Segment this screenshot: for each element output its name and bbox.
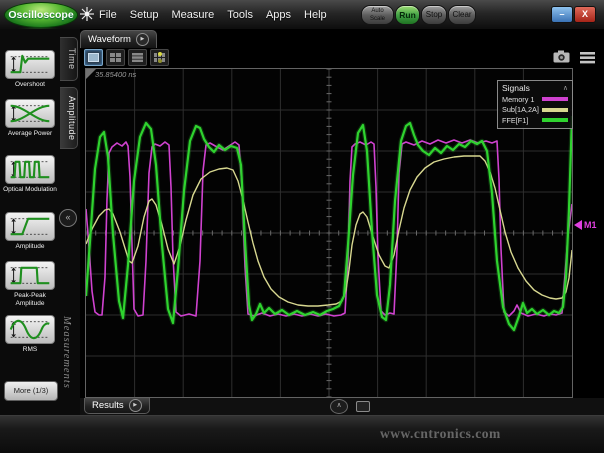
layout-single-button[interactable] — [84, 49, 103, 66]
measurement-optical-modulation-button[interactable]: Optical Modulation — [1, 155, 59, 194]
legend-entry-label: Memory 1 — [502, 95, 534, 104]
display-menu-icon[interactable] — [580, 51, 595, 69]
legend-entry[interactable]: Memory 1 — [502, 95, 568, 104]
run-button[interactable]: Run — [395, 5, 420, 25]
legend-entry-swatch — [542, 118, 568, 122]
measurement-label: RMS — [1, 346, 59, 354]
oscilloscope-app: Oscilloscope File Setup Measure Tools Apps He… — [0, 0, 604, 453]
status-bar: DSA 200 mV/ 0 V CDR... 10.312500 Gb/s LB… — [0, 415, 604, 453]
peak-peak-icon — [5, 261, 55, 290]
measurement-average-power-button[interactable]: Average Power — [1, 99, 59, 138]
waveform-tab-menu-icon[interactable]: ▶ — [136, 33, 149, 46]
menu-item-measure[interactable]: Measure — [171, 9, 214, 21]
measurements-sidebar: « Measurements More (1/3) TimeAmplitudeO… — [0, 29, 80, 415]
tab-results[interactable]: Results ▶ — [84, 398, 150, 414]
status-dot-2 — [158, 59, 162, 63]
layout-toolbar — [84, 49, 169, 66]
menu-item-setup[interactable]: Setup — [130, 9, 159, 21]
measurement-peak-peak-button[interactable]: Peak-Peak Amplitude — [1, 261, 59, 308]
stop-button[interactable]: Stop — [421, 5, 447, 25]
legend-entry-swatch — [542, 97, 568, 101]
legend-entry-label: Sub[1A,2A] — [502, 105, 539, 114]
tab-waveform[interactable]: Waveform ▶ — [80, 30, 157, 48]
overshoot-icon — [5, 50, 55, 79]
legend-entry[interactable]: FFE[F1] — [502, 116, 568, 125]
menu-item-help[interactable]: Help — [304, 9, 327, 21]
layout-rows-button[interactable] — [128, 49, 147, 66]
horizontal-position-readout: 35.85400 ns — [95, 70, 136, 79]
menu-bar: Oscilloscope File Setup Measure Tools Apps He… — [0, 0, 604, 30]
marker-m1-label: M1 — [584, 220, 597, 230]
status-dot-1 — [158, 52, 162, 56]
clear-button[interactable]: Clear — [448, 5, 476, 25]
results-expand-button[interactable]: ∧ — [330, 399, 348, 414]
measurement-rms-button[interactable]: RMS — [1, 315, 59, 354]
more-measurements-button[interactable]: More (1/3) — [4, 381, 58, 401]
marker-m1[interactable]: M1 — [574, 220, 597, 230]
results-tab-label: Results — [92, 400, 124, 411]
results-tab-menu-icon[interactable]: ▶ — [129, 399, 142, 412]
legend-entry[interactable]: Sub[1A,2A] — [502, 105, 568, 114]
close-button[interactable]: X — [574, 6, 596, 23]
measurement-label: Peak-Peak Amplitude — [1, 292, 59, 308]
menu-item-apps[interactable]: Apps — [266, 9, 291, 21]
app-logo: Oscilloscope — [4, 2, 78, 28]
amplitude-icon — [5, 212, 55, 241]
screenshot-camera-icon[interactable] — [553, 50, 570, 68]
auto-scale-button[interactable]: AutoScale — [361, 5, 394, 25]
menu-items: File Setup Measure Tools Apps Help — [99, 0, 327, 29]
sidebar-collapse-button[interactable]: « — [59, 209, 77, 227]
minimize-button[interactable]: – — [551, 6, 573, 23]
sparkle-icon — [79, 6, 95, 27]
legend-collapse-icon[interactable]: ∧ — [563, 84, 568, 92]
legend-entry-label: FFE[F1] — [502, 116, 528, 125]
results-display-icon[interactable] — [356, 401, 370, 412]
layout-quad-button[interactable] — [106, 49, 125, 66]
signals-legend[interactable]: Signals ∧ Memory 1Sub[1A,2A] FFE[F1] — [497, 80, 573, 129]
sidebar-tab-time[interactable]: Time — [60, 37, 78, 81]
legend-entry-swatch — [542, 108, 568, 112]
optical-modulation-icon — [5, 155, 55, 184]
measurement-label: Optical Modulation — [1, 186, 59, 194]
marker-m1-arrow-icon — [574, 220, 582, 230]
waveform-display[interactable]: 35.85400 ns Signals ∧ Memory 1Sub[1A,2A]… — [85, 68, 573, 398]
rms-icon — [5, 315, 55, 344]
sidebar-tab-amplitude[interactable]: Amplitude — [60, 87, 78, 149]
measurement-label: Average Power — [1, 130, 59, 138]
measurement-overshoot-button[interactable]: Overshoot — [1, 50, 59, 89]
waveform-tab-label: Waveform — [88, 34, 131, 45]
menu-item-tools[interactable]: Tools — [227, 9, 253, 21]
menu-item-file[interactable]: File — [99, 9, 117, 21]
measurement-label: Overshoot — [1, 81, 59, 89]
average-power-icon — [5, 99, 55, 128]
legend-title: Signals — [502, 83, 530, 93]
measurement-amplitude-button[interactable]: Amplitude — [1, 212, 59, 251]
measurements-group-label: Measurements — [61, 316, 72, 389]
measurement-label: Amplitude — [1, 243, 59, 251]
